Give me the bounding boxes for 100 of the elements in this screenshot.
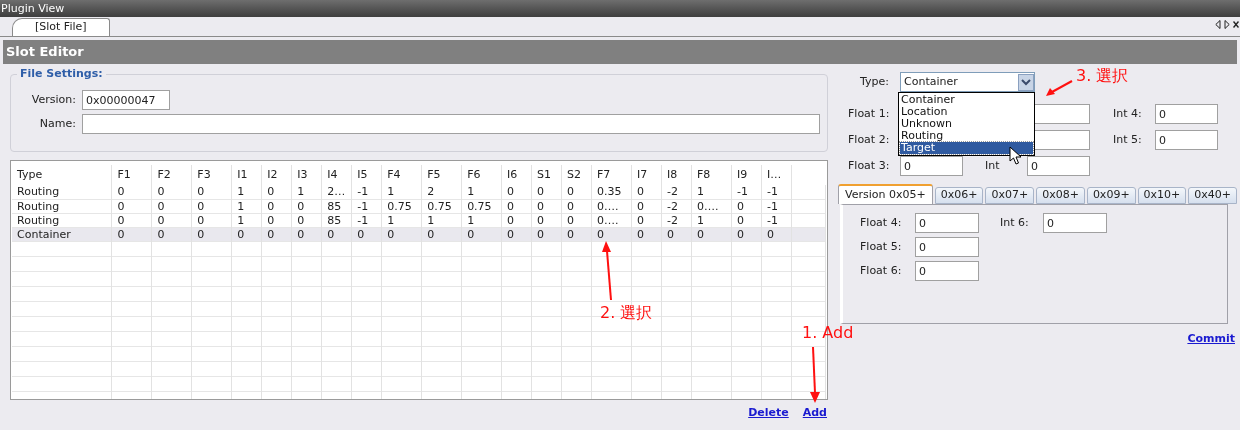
field-label: Float 6: — [859, 262, 903, 279]
table-cell: 0 — [261, 213, 292, 227]
table-cell: 0 — [501, 185, 532, 199]
table-cell: 1 — [691, 185, 732, 199]
table-cell: Routing — [12, 185, 112, 199]
field-label: Float 1: — [847, 105, 891, 122]
table-cell: 0 — [191, 227, 232, 241]
table-cell: 0 — [151, 227, 192, 241]
text-field[interactable] — [82, 114, 820, 134]
close-icon[interactable] — [1233, 20, 1239, 29]
field-label: Float 4: — [859, 214, 903, 231]
table-cell: 0 — [111, 185, 152, 199]
field-label: Float 3: — [847, 157, 891, 174]
table-cell: 0 — [531, 199, 562, 213]
table-cell: 1 — [461, 213, 502, 227]
table-cell: 0.35 — [591, 185, 632, 199]
panel-title: Slot Editor — [6, 43, 84, 62]
group-title: File Settings: — [17, 67, 106, 81]
field-label: Version: — [30, 91, 77, 108]
table-cell: 0 — [561, 185, 592, 199]
document-tab[interactable]: [Slot File] — [12, 18, 110, 36]
version-tab[interactable]: Version 0x05+ — [838, 184, 933, 204]
table-cell: 1 — [691, 213, 732, 227]
type-dropdown[interactable]: Container — [900, 72, 1035, 92]
version-tab[interactable]: 0x08+ — [1036, 187, 1085, 204]
table-cell: 0 — [561, 199, 592, 213]
text-field[interactable]: 0 — [900, 156, 963, 176]
table-cell: 0 — [731, 199, 762, 213]
table-cell: 0 — [461, 227, 502, 241]
table-cell: 0 — [191, 185, 232, 199]
dropdown-option[interactable]: Target — [900, 142, 1033, 154]
table-cell: 0 — [661, 227, 692, 241]
scroll-left-icon[interactable] — [1215, 20, 1221, 29]
table-cell: 0 — [191, 199, 232, 213]
version-tab[interactable]: 0x09+ — [1086, 187, 1136, 204]
dropdown-option[interactable]: Container — [900, 94, 1033, 106]
table-cell: 0 — [531, 213, 562, 227]
version-tab[interactable]: 0x10+ — [1137, 187, 1187, 204]
table-cell: 0 — [731, 213, 762, 227]
version-tab[interactable]: 0x40+ — [1188, 187, 1238, 204]
text-field[interactable]: 0 — [915, 237, 979, 257]
table-cell: 0 — [321, 227, 352, 241]
table-cell: -1 — [351, 213, 382, 227]
table-cell: 0 — [111, 213, 152, 227]
link[interactable]: Add — [802, 405, 827, 422]
table-cell: 1 — [381, 213, 422, 227]
table-cell: 0 — [151, 185, 192, 199]
version-tab[interactable]: 0x07+ — [985, 187, 1035, 204]
annotation-text: 1. Add — [802, 323, 854, 343]
table-cell: 0 — [291, 227, 322, 241]
table-cell: 0 — [761, 227, 792, 241]
link[interactable]: Delete — [748, 405, 789, 422]
table-cell: -2 — [661, 213, 692, 227]
table-cell: 0 — [151, 213, 192, 227]
table-cell: 0 — [561, 213, 592, 227]
text-field[interactable]: 0 — [1155, 104, 1218, 124]
field-label: Int — [984, 157, 1001, 174]
table-cell: Routing — [12, 213, 112, 227]
text-field[interactable]: 0 — [1155, 130, 1218, 150]
table-cell: 0 — [501, 213, 532, 227]
table-cell: 0 — [291, 199, 322, 213]
dropdown-option[interactable]: Unknown — [900, 118, 1033, 130]
dropdown-option[interactable]: Routing — [900, 130, 1033, 142]
annotation-text: 3. 選択 — [1076, 66, 1129, 86]
table-cell: 0.75 — [461, 199, 502, 213]
version-tab[interactable]: 0x06+ — [934, 187, 984, 204]
table-cell: -1 — [761, 185, 792, 199]
table-cell: 1 — [231, 213, 262, 227]
text-field[interactable]: 0 — [915, 261, 979, 281]
text-field[interactable]: 0 — [915, 213, 979, 233]
table-cell: 0 — [291, 213, 322, 227]
table-cell: 0…. — [591, 199, 632, 213]
table-cell: 0.75 — [421, 199, 462, 213]
table-cell: 0…. — [591, 213, 632, 227]
commit-link[interactable]: Commit — [1187, 331, 1235, 348]
dropdown-option[interactable]: Location — [900, 106, 1033, 118]
table-cell: 0 — [111, 227, 152, 241]
text-field[interactable]: 0x00000047 — [82, 90, 170, 110]
table-cell: 0.75 — [381, 199, 422, 213]
table-cell: 0 — [631, 213, 662, 227]
table-cell: -2 — [661, 199, 692, 213]
table-cell: 85 — [321, 213, 352, 227]
table-cell: -1 — [351, 199, 382, 213]
table-cell: -1 — [761, 213, 792, 227]
annotation-arrow — [1045, 80, 1073, 98]
text-field[interactable]: 0 — [1043, 213, 1107, 233]
table-cell: 2… — [321, 185, 352, 199]
table-cell: 1 — [231, 199, 262, 213]
text-field[interactable]: 0 — [1027, 156, 1090, 176]
table-cell: Routing — [12, 199, 112, 213]
table-cell: 1 — [461, 185, 502, 199]
table-cell: 0 — [191, 213, 232, 227]
table-cell: 0 — [631, 185, 662, 199]
scroll-right-icon[interactable] — [1224, 20, 1230, 29]
field-label: Type: — [859, 73, 890, 90]
field-label: Int 4: — [1112, 105, 1143, 122]
table-cell: 0 — [731, 227, 762, 241]
table-cell: 0 — [231, 227, 262, 241]
table-cell: -1 — [731, 185, 762, 199]
table-cell: 0 — [531, 227, 562, 241]
